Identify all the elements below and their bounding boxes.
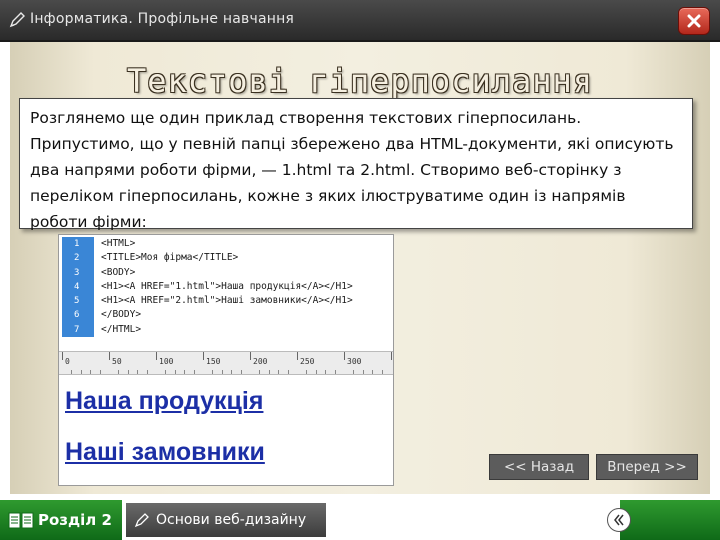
line-number: 6 [74, 310, 80, 321]
code-line: <H1><A HREF="1.html">Наша продукція</A><… [101, 280, 353, 292]
section-label: Розділ 2 [38, 511, 112, 529]
ruler-tick [391, 352, 392, 360]
ruler-minor-tick [137, 370, 139, 374]
ruler-tick [297, 352, 298, 360]
ruler-minor-tick [184, 370, 186, 374]
code-editor: 1 2 3 4 5 6 7 <HTML> <TITLE>Моя фірма</T… [59, 235, 393, 339]
pen-icon [9, 12, 25, 28]
course-tab[interactable]: Основи веб-дизайну [126, 503, 326, 537]
section-tab[interactable]: Розділ 2 [0, 500, 122, 540]
back-button[interactable]: << Назад [489, 454, 589, 480]
ruler-minor-tick [306, 370, 308, 374]
ruler-tick [156, 352, 157, 360]
pen-icon [134, 513, 149, 528]
ruler-minor-tick [127, 370, 129, 374]
slide-body-text: Розглянемо ще один приклад створення тек… [30, 109, 674, 231]
ruler-minor-tick [362, 370, 364, 374]
book-icon [8, 512, 34, 529]
ruler-label: 50 [112, 357, 122, 366]
slide-text-box: Розглянемо ще один приклад створення тек… [19, 98, 693, 231]
ruler-minor-tick [259, 370, 261, 374]
code-example-image: 1 2 3 4 5 6 7 <HTML> <TITLE>Моя фірма</T… [58, 234, 394, 486]
line-number: 4 [74, 281, 80, 292]
line-number: 2 [74, 253, 80, 264]
ruler-minor-tick [118, 370, 120, 374]
forward-button[interactable]: Вперед >> [596, 454, 698, 480]
line-number: 7 [74, 324, 80, 335]
ruler-minor-tick [240, 370, 242, 374]
slide-heading: Текстові гіперпосилання [126, 62, 594, 100]
ruler-minor-tick [193, 370, 195, 374]
ruler-minor-tick [221, 370, 223, 374]
ruler-label: 300 [347, 357, 362, 366]
title-bar: Інформатика. Профільне навчання [0, 0, 720, 42]
ruler-label: 250 [300, 357, 315, 366]
ruler-minor-tick [90, 370, 92, 374]
pixel-ruler: 050100150200250300350 [59, 351, 393, 375]
line-number: 1 [74, 239, 80, 249]
ruler-minor-tick [315, 370, 317, 374]
code-line: </HTML> [101, 323, 142, 335]
ruler-label: 200 [253, 357, 268, 366]
ruler-minor-tick [334, 370, 336, 374]
preview-link-customers[interactable]: Наші замовники [65, 438, 265, 467]
double-chevron-left-icon [614, 514, 624, 526]
code-line: <BODY> [101, 266, 136, 278]
close-icon [687, 14, 701, 28]
window-title: Інформатика. Профільне навчання [30, 11, 295, 27]
ruler-minor-tick [381, 370, 383, 374]
code-line: </BODY> [101, 309, 142, 321]
ruler-minor-tick [99, 370, 101, 374]
code-line: <TITLE>Моя фірма</TITLE> [101, 252, 239, 264]
ruler-minor-tick [287, 370, 289, 374]
ruler-tick [250, 352, 251, 360]
ruler-tick [62, 352, 63, 360]
ruler-minor-tick [372, 370, 374, 374]
code-line: <HTML> [101, 238, 136, 249]
ruler-minor-tick [71, 370, 73, 374]
ruler-label: 150 [206, 357, 221, 366]
ruler-label: 100 [159, 357, 174, 366]
ruler-minor-tick [165, 370, 167, 374]
ruler-tick [109, 352, 110, 360]
ruler-tick [203, 352, 204, 360]
footer-green-panel [620, 500, 720, 540]
ruler-minor-tick [174, 370, 176, 374]
ruler-tick [344, 352, 345, 360]
line-number: 5 [74, 296, 80, 307]
preview-link-products[interactable]: Наша продукція [65, 387, 263, 416]
code-lines: <HTML> <TITLE>Моя фірма</TITLE> <BODY> <… [101, 237, 353, 337]
code-line: <H1><A HREF="2.html">Наші замовники</A><… [101, 295, 353, 307]
line-number: 3 [74, 267, 80, 278]
ruler-minor-tick [268, 370, 270, 374]
course-label: Основи веб-дизайну [156, 512, 307, 528]
line-number-gutter: 1 2 3 4 5 6 7 [62, 237, 94, 337]
ruler-minor-tick [80, 370, 82, 374]
return-button[interactable] [607, 508, 631, 532]
close-button[interactable] [678, 7, 710, 35]
ruler-minor-tick [325, 370, 327, 374]
ruler-minor-tick [278, 370, 280, 374]
ruler-label: 0 [65, 357, 70, 366]
ruler-minor-tick [212, 370, 214, 374]
ruler-minor-tick [146, 370, 148, 374]
ruler-minor-tick [231, 370, 233, 374]
ruler-minor-tick [353, 370, 355, 374]
